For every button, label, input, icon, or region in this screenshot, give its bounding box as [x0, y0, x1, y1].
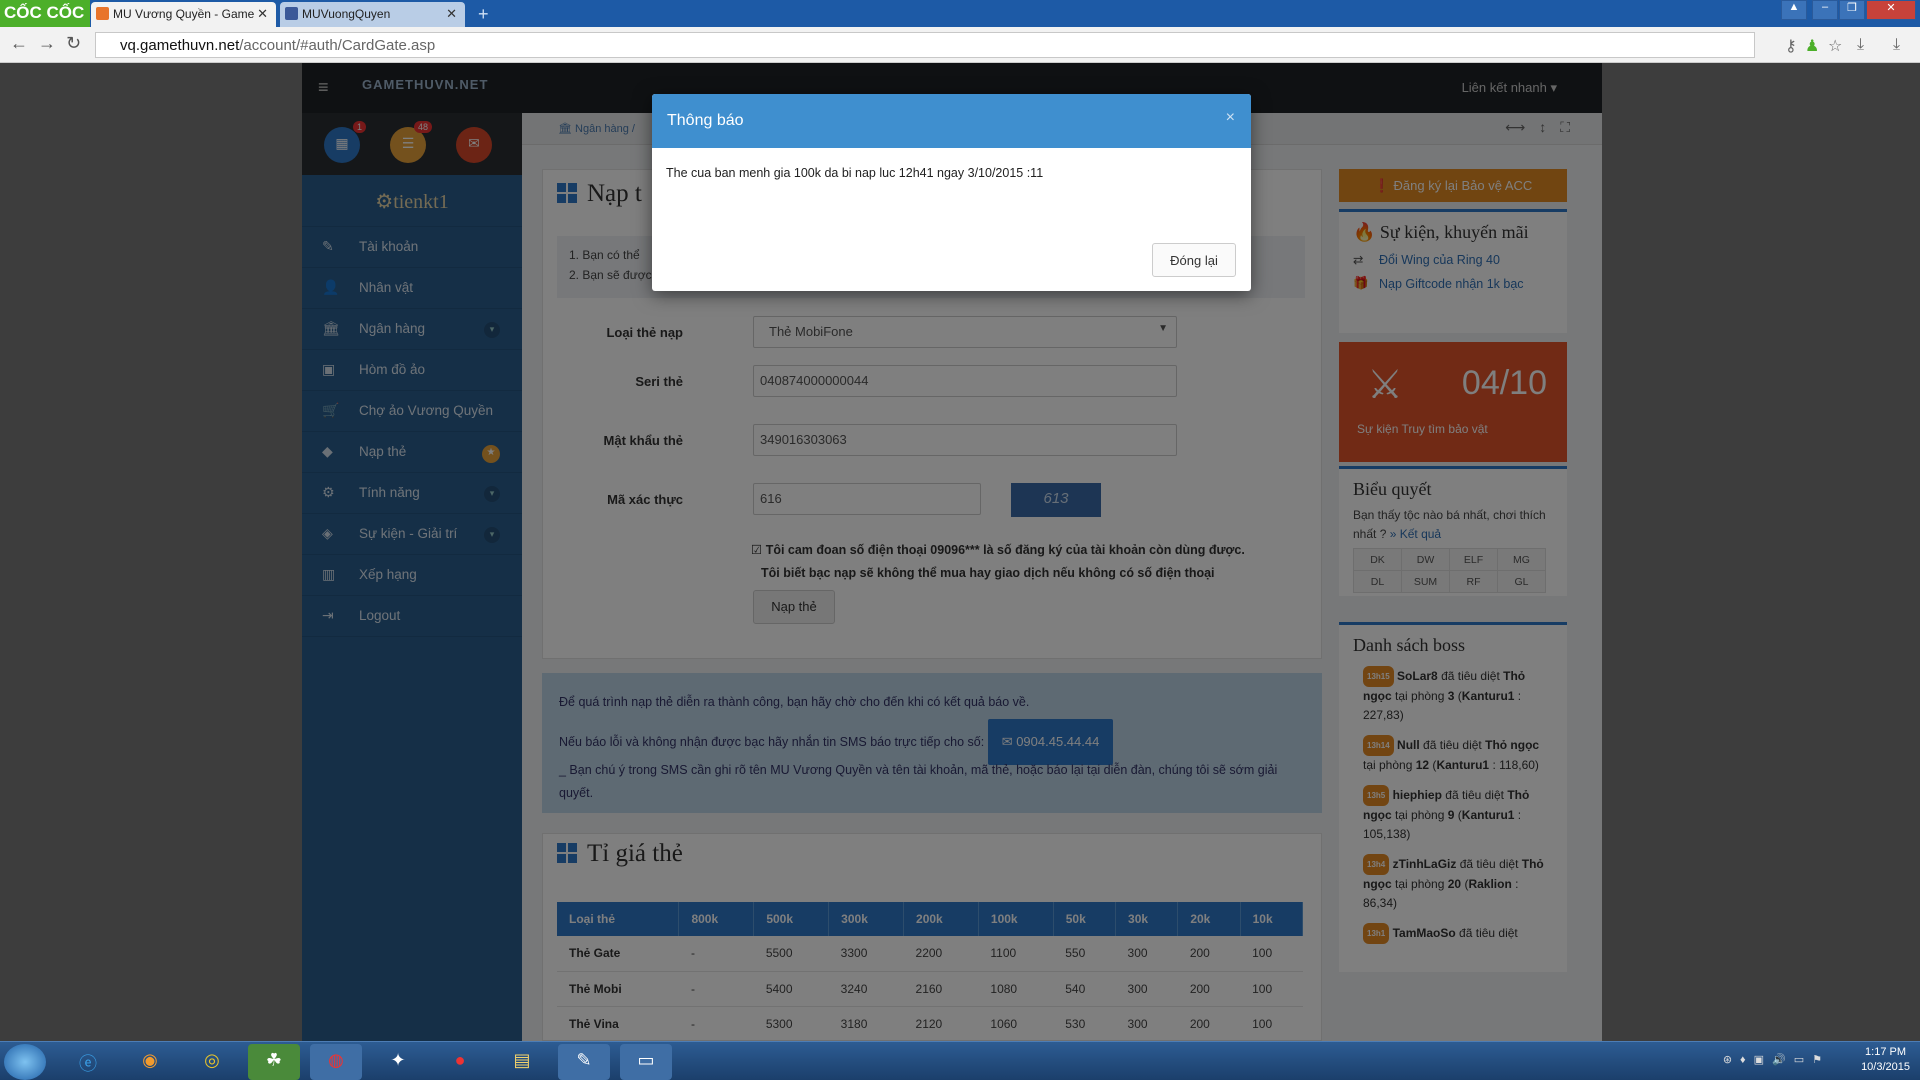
- mu-client-icon[interactable]: ●: [434, 1044, 486, 1080]
- url-host: vq.gamethuvn.net: [120, 37, 240, 54]
- firefox-icon[interactable]: ◉: [124, 1044, 176, 1080]
- notification-modal: Thông báo × The cua ban menh gia 100k da…: [652, 94, 1251, 291]
- url-path: /account/#auth/CardGate.asp: [239, 37, 436, 54]
- address-bar: ← → ↻ vq.gamethuvn.net/account/#auth/Car…: [0, 27, 1920, 63]
- forward-icon[interactable]: →: [38, 33, 56, 54]
- tab-title: MUVuongQuyen: [302, 7, 391, 21]
- clock-time: 1:17 PM: [1865, 1046, 1907, 1058]
- modal-header: Thông báo ×: [652, 94, 1251, 148]
- modal-title: Thông báo: [667, 112, 744, 129]
- system-tray-icons[interactable]: ⊛♦▣🔊▭⚑: [1723, 1053, 1830, 1066]
- clock-date: 10/3/2015: [1861, 1061, 1910, 1073]
- screenshot-tool-icon[interactable]: ▭: [620, 1044, 672, 1080]
- tab-close-icon[interactable]: ✕: [446, 6, 457, 22]
- bookmark-star-icon[interactable]: ☆: [1828, 36, 1842, 56]
- key-icon[interactable]: ⚷: [1785, 36, 1797, 56]
- back-icon[interactable]: ←: [10, 33, 28, 54]
- windows-taskbar: ⓔ ◉ ◎ ☘ ◍ ✦ ● ▤ ✎ ▭ ⊛♦▣🔊▭⚑ 1:17 PM 10/3/2…: [0, 1041, 1920, 1080]
- mu-game-icon[interactable]: ✦: [372, 1044, 424, 1080]
- modal-message: The cua ban menh gia 100k da bi nap luc …: [666, 166, 1044, 180]
- file-explorer-icon[interactable]: ▤: [496, 1044, 548, 1080]
- tab-title: MU Vương Quyền - Game: [113, 7, 255, 21]
- coccoc-icon[interactable]: ☘: [248, 1044, 300, 1080]
- url-field[interactable]: vq.gamethuvn.net/account/#auth/CardGate.…: [95, 32, 1755, 58]
- browser-tab-bar: CỐC CỐC MU Vương Quyền - Game ✕ MUVuongQ…: [0, 0, 1920, 27]
- close-window-icon[interactable]: ✕: [1866, 0, 1916, 20]
- browser-logo[interactable]: CỐC CỐC: [0, 0, 90, 27]
- reload-icon[interactable]: ↻: [66, 33, 81, 54]
- close-modal-button[interactable]: Đóng lại: [1152, 243, 1236, 277]
- new-tab-icon[interactable]: +: [478, 4, 489, 25]
- ie-icon[interactable]: ⓔ: [62, 1044, 114, 1080]
- chrome-icon[interactable]: ◎: [186, 1044, 238, 1080]
- close-icon[interactable]: ×: [1226, 109, 1235, 127]
- maximize-icon[interactable]: ❐: [1839, 0, 1865, 20]
- extension-icon[interactable]: ♟: [1805, 36, 1819, 56]
- download-manager-icon[interactable]: ⤓: [1893, 36, 1900, 54]
- tab-close-icon[interactable]: ✕: [257, 6, 268, 22]
- window-profile-icon[interactable]: ▲: [1781, 0, 1807, 20]
- minimize-icon[interactable]: –: [1812, 0, 1838, 20]
- clock[interactable]: 1:17 PM 10/3/2015: [1861, 1045, 1910, 1075]
- facebook-favicon-icon: [285, 7, 298, 20]
- tab-facebook[interactable]: MUVuongQuyen ✕: [280, 2, 465, 27]
- start-button[interactable]: [4, 1044, 46, 1080]
- site-favicon-icon: [96, 7, 109, 20]
- tab-mu-vuong-quyen[interactable]: MU Vương Quyền - Game ✕: [91, 2, 276, 27]
- download-icon[interactable]: ⤓: [1857, 36, 1864, 54]
- game-launcher-icon[interactable]: ◍: [310, 1044, 362, 1080]
- paint-icon[interactable]: ✎: [558, 1044, 610, 1080]
